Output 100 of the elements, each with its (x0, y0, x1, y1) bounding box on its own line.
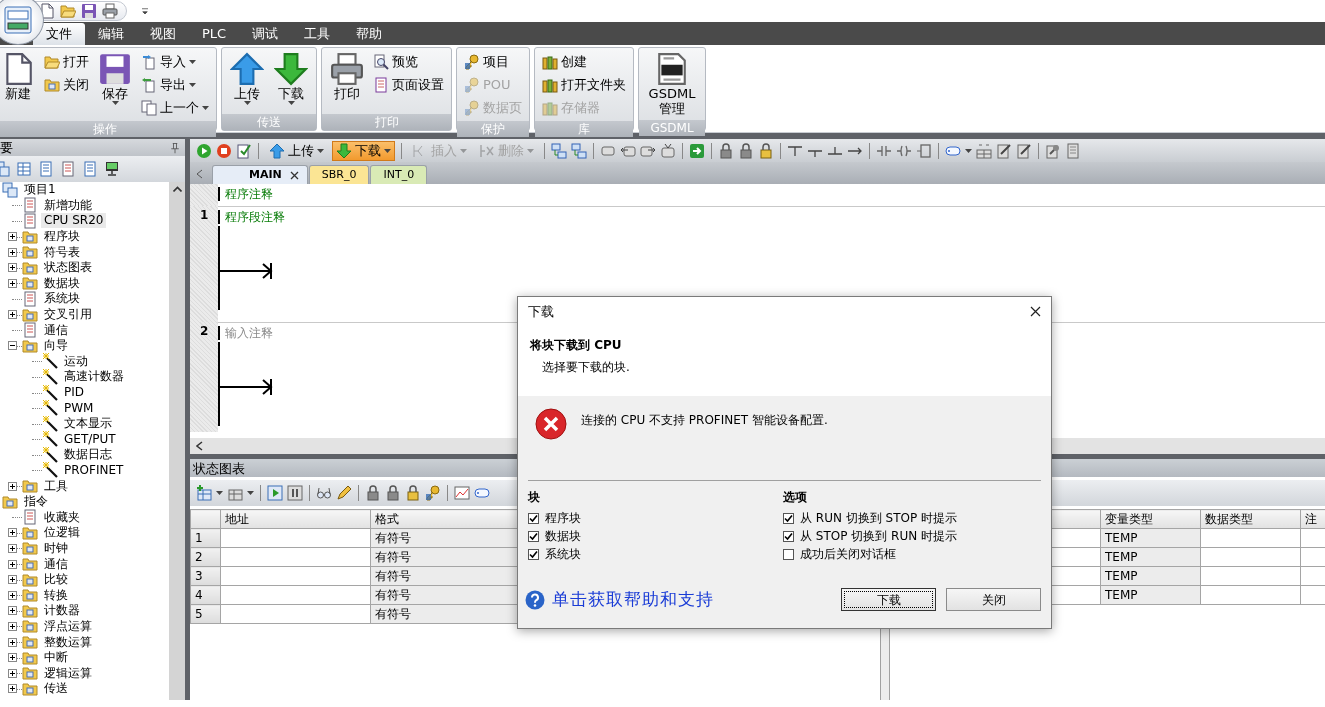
checkbox[interactable] (528, 530, 539, 542)
document-icon[interactable] (60, 161, 76, 177)
play-icon[interactable] (267, 485, 283, 501)
tree-item[interactable]: 新增功能 (41, 197, 95, 213)
tree-item[interactable]: 数据块 (41, 275, 83, 291)
tree-item[interactable]: 比较 (41, 572, 71, 588)
tree-item[interactable]: 通信 (41, 322, 71, 338)
tree-item[interactable]: CPU SR20 (41, 213, 107, 229)
network-comment[interactable]: 输入注释 (218, 326, 273, 340)
tree-item[interactable]: 向导 (41, 338, 71, 354)
expand-icon[interactable] (8, 232, 17, 242)
checkbox-option[interactable]: 系统块 (528, 545, 783, 563)
ribbon-button[interactable]: 创建 (540, 51, 628, 73)
expand-icon[interactable] (8, 543, 17, 553)
toolbar-button[interactable]: 上传 (265, 140, 328, 161)
tag-icon[interactable] (474, 485, 490, 501)
expand-icon[interactable] (8, 481, 17, 491)
ribbon-button[interactable]: 打开 (42, 51, 91, 73)
expand-icon[interactable] (8, 263, 17, 273)
edit-page-icon[interactable] (996, 142, 1012, 159)
checkbox[interactable] (528, 548, 539, 560)
scroll-left-icon[interactable] (196, 441, 203, 451)
dialog-button[interactable]: 关闭 (946, 588, 1041, 612)
glasses-icon[interactable] (316, 485, 332, 501)
editor-tab[interactable]: SBR_0 (308, 165, 370, 184)
ribbon-button[interactable]: GSDML 管理 (644, 50, 700, 118)
tree-item[interactable]: 系统块 (41, 291, 83, 307)
dialog-button[interactable]: 下载 (841, 588, 936, 612)
checkbox[interactable] (783, 512, 794, 524)
address-cell[interactable] (220, 547, 371, 567)
ribbon-button[interactable]: 下载 (271, 50, 311, 112)
expand-icon[interactable] (8, 621, 17, 631)
ribbon-button[interactable]: 上一个 (139, 97, 211, 119)
tree-item[interactable]: 指令 (21, 494, 51, 510)
monitor-icon[interactable] (104, 161, 120, 177)
close-icon[interactable] (289, 170, 299, 180)
ribbon-button[interactable]: 导入 (139, 51, 211, 73)
ribbon-button[interactable]: 项目 (462, 51, 524, 73)
address-cell[interactable] (220, 566, 371, 586)
address-cell[interactable] (220, 604, 371, 624)
list-icon[interactable] (38, 161, 54, 177)
edit-page-icon[interactable] (1016, 142, 1032, 159)
tree-item[interactable]: 项目1 (21, 182, 59, 198)
tree-item[interactable]: 文本显示 (61, 416, 115, 432)
table-icon[interactable] (16, 161, 32, 177)
customize-caret-icon[interactable] (139, 5, 151, 17)
ribbon-button[interactable]: 导出 (139, 74, 211, 96)
pause-icon[interactable] (287, 485, 303, 501)
network-comment[interactable]: 程序段注释 (218, 210, 285, 224)
menu-tab[interactable]: 文件 (33, 23, 85, 45)
expand-icon[interactable] (8, 310, 17, 320)
menu-tab[interactable]: 工具 (291, 23, 344, 45)
lock-icon[interactable] (718, 142, 734, 159)
data-type-cell[interactable] (1200, 566, 1301, 586)
add-table-icon[interactable] (196, 485, 212, 501)
tree-item[interactable]: 交叉引用 (41, 307, 95, 323)
tree-item[interactable]: 通信 (41, 556, 71, 572)
checkbox-option[interactable]: 程序块 (528, 509, 783, 527)
lock-icon[interactable] (738, 142, 754, 159)
column-header[interactable]: 注 (1300, 509, 1325, 529)
menu-tab[interactable]: 调试 (239, 23, 292, 45)
stop-icon[interactable] (216, 142, 232, 159)
menu-tab[interactable]: PLC (189, 23, 240, 45)
column-header[interactable]: 地址 (220, 509, 371, 529)
column-header[interactable]: 数据类型 (1200, 509, 1301, 529)
tree-item[interactable]: 运动 (61, 353, 91, 369)
address-cell[interactable] (220, 585, 371, 605)
expand-icon[interactable] (8, 528, 17, 538)
tree-item[interactable]: 时钟 (41, 540, 71, 556)
tree-item[interactable]: 中断 (41, 650, 71, 666)
lock-icon[interactable] (405, 485, 421, 501)
tree-item[interactable]: 浮点运算 (41, 618, 95, 634)
expand-icon[interactable] (8, 575, 17, 585)
pin-icon[interactable] (169, 141, 181, 154)
tree-item[interactable]: GET/PUT (61, 431, 119, 447)
tree-item[interactable]: 符号表 (41, 244, 83, 260)
app-menu-button[interactable] (0, 0, 44, 45)
ribbon-button[interactable]: 打开文件夹 (540, 74, 628, 96)
key-page-icon[interactable] (1045, 142, 1061, 159)
tree-item[interactable]: PROFINET (61, 463, 127, 478)
tree-item[interactable]: 整数运算 (41, 634, 95, 650)
expand-icon[interactable] (8, 559, 17, 569)
television-icon[interactable] (660, 142, 676, 159)
ribbon-button[interactable]: 打印 (327, 50, 367, 112)
expand-icon[interactable] (8, 278, 17, 288)
expand-icon[interactable] (8, 606, 17, 616)
checklist-icon[interactable] (236, 142, 252, 159)
expand-icon[interactable] (8, 590, 17, 600)
address-cell[interactable] (220, 528, 371, 548)
collapse-icon[interactable] (8, 341, 17, 351)
play-icon[interactable] (196, 142, 212, 159)
open-folder-icon[interactable] (60, 3, 76, 19)
data-type-cell[interactable] (1200, 585, 1301, 605)
new-document-icon[interactable] (39, 3, 55, 19)
column-header[interactable]: 变量类型 (1100, 509, 1201, 529)
checkbox-option[interactable]: 从 STOP 切换到 RUN 时提示 (783, 527, 1038, 545)
tree-item[interactable]: 逻辑运算 (41, 665, 95, 681)
ribbon-button[interactable]: 保存 (95, 50, 135, 119)
arrow-box-icon[interactable] (689, 142, 705, 159)
editor-tab[interactable]: INT_0 (370, 165, 428, 184)
